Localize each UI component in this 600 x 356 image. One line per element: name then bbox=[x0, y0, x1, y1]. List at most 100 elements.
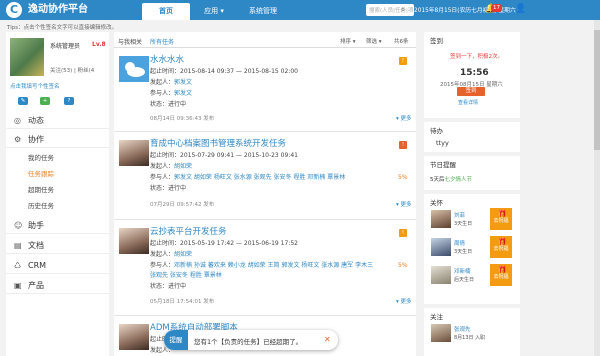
task-title[interactable]: 水水水水 bbox=[150, 53, 184, 65]
fans-count[interactable]: 粉丝(4 bbox=[78, 68, 95, 74]
bless-button[interactable]: 🎁 去祝福 bbox=[490, 236, 512, 258]
toast-message[interactable]: 您有1个【负责的任务】已经超期了。 bbox=[194, 336, 302, 346]
notification-badge[interactable]: 17 bbox=[491, 4, 502, 12]
task-participants: 参与人：郭发文 胡如荣 杨旺文 张水源 张观先 张安冬 程胜 邓新楠 覃景林 bbox=[150, 172, 345, 181]
task-initiator: 发起人：郭发文 bbox=[150, 77, 192, 86]
care-birthday: 3天生日 bbox=[454, 249, 473, 255]
task-title[interactable]: 云抄表平台开发任务 bbox=[150, 225, 227, 237]
more-button[interactable]: ▾ 更多 bbox=[396, 200, 412, 208]
menu-docs[interactable]: ▤ 文档 bbox=[6, 238, 109, 254]
sort-dropdown[interactable]: 排序 ▾ bbox=[340, 37, 356, 45]
menu-dynamic-label: 动态 bbox=[28, 116, 44, 125]
signin-details-link[interactable]: 查看详情 bbox=[458, 99, 478, 106]
gift-icon: 🎁 bbox=[498, 266, 507, 274]
menu-assistant[interactable]: ☺ 助手 bbox=[6, 218, 109, 234]
menu-collab[interactable]: ⚙ 协作 bbox=[6, 132, 109, 148]
product-icon: ▣ bbox=[14, 281, 22, 290]
holiday-title: 节日提醒 bbox=[430, 161, 456, 169]
priority-flag-icon: ! bbox=[399, 229, 407, 237]
close-icon[interactable]: ✕ bbox=[324, 335, 331, 344]
care-card: 关怀 刘菲 3天生日 🎁 去祝福 周倩 3天生日 🎁 去祝福 邓新楠 后天生日 🎁 去… bbox=[424, 194, 520, 304]
participants-label: 参与人： bbox=[150, 174, 175, 181]
care-avatar[interactable] bbox=[431, 238, 451, 256]
task-status: 状态：进行中 bbox=[150, 101, 187, 108]
scrollbar-thumb[interactable] bbox=[594, 30, 600, 150]
task-title[interactable]: 育成中心档案图书管理系统开发任务 bbox=[150, 137, 286, 149]
care-avatar[interactable] bbox=[431, 266, 451, 284]
signature-hint[interactable]: 点击我填写个性签名 bbox=[10, 82, 60, 90]
care-person-name[interactable]: 邓新楠 bbox=[454, 267, 471, 275]
task-progress: 5% bbox=[398, 174, 408, 181]
follow-person-name[interactable]: 张观先 bbox=[454, 325, 471, 333]
logo-icon: C bbox=[6, 2, 22, 18]
user-menu-icon[interactable]: 👤 bbox=[515, 4, 526, 14]
user-avatar[interactable] bbox=[10, 38, 44, 76]
user-stats: 关注(53) | 粉丝(4 bbox=[50, 68, 95, 74]
task-item[interactable]: 云抄表平台开发任务 起止时间：2015-05-19 17:42 — 2015-0… bbox=[114, 222, 416, 316]
participants-label: 参与人： bbox=[150, 90, 175, 97]
more-button[interactable]: ▾ 更多 bbox=[396, 297, 412, 305]
menu-dynamic[interactable]: ◎ 动态 bbox=[6, 113, 109, 129]
bless-label: 去祝福 bbox=[493, 246, 509, 252]
initiator-label: 发起人： bbox=[150, 79, 175, 86]
submenu-my-tasks[interactable]: 我的任务 bbox=[6, 152, 109, 164]
signin-card: 签到 签到一下，积极2次。 15:56 2015年08月15日 星期六 签到 查… bbox=[424, 32, 520, 118]
task-avatar bbox=[119, 140, 149, 166]
page-scrollbar[interactable] bbox=[594, 20, 600, 356]
nav-tab-home[interactable]: 首页 bbox=[142, 3, 190, 20]
task-item[interactable]: 水水水水 起止时间：2015-08-14 09:37 — 2015-08-15 … bbox=[114, 50, 416, 132]
todo-item[interactable]: ttyy bbox=[436, 139, 449, 147]
more-button[interactable]: ▾ 更多 bbox=[396, 114, 412, 122]
signin-button[interactable]: 签到 bbox=[457, 87, 485, 96]
search-icon[interactable]: ⌕ bbox=[397, 4, 409, 16]
todo-title: 待办 bbox=[430, 127, 443, 135]
initiator-name[interactable]: 郭发文 bbox=[174, 79, 192, 86]
bless-button[interactable]: 🎁 去祝福 bbox=[490, 264, 512, 286]
initiator-name[interactable]: 胡如荣 bbox=[174, 163, 192, 170]
filter-dropdown[interactable]: 筛选 ▾ bbox=[366, 37, 382, 45]
right-sidebar: 签到 签到一下，积极2次。 15:56 2015年08月15日 星期六 签到 查… bbox=[424, 32, 520, 356]
submenu-task-tracking[interactable]: 任务跟踪 bbox=[6, 168, 109, 180]
initiator-label: 发起人： bbox=[150, 251, 175, 258]
task-item[interactable]: 育成中心档案图书管理系统开发任务 起止时间：2015-07-29 09:41 —… bbox=[114, 134, 416, 220]
top-navbar: C 逸动协作平台 首页 应用 ▾ 系统管理 搜索(人员|任务|项目|流程) ⌕ … bbox=[0, 0, 600, 20]
bless-button[interactable]: 🎁 去祝福 bbox=[490, 208, 512, 230]
holiday-name[interactable]: 七夕情人节 bbox=[445, 177, 473, 183]
care-avatar[interactable] bbox=[431, 210, 451, 228]
care-person-name[interactable]: 周倩 bbox=[454, 239, 465, 247]
participants-names[interactable]: 邓新楠 孙诚 蕃欢来 赖小龙 胡如荣 王简 郭发文 杨旺文 张水源 唐军 李木三 bbox=[174, 262, 373, 269]
filter-all[interactable]: 所有任务 bbox=[150, 37, 174, 46]
care-person-name[interactable]: 刘菲 bbox=[454, 211, 465, 219]
participants-names[interactable]: 郭发文 胡如荣 杨旺文 张水源 张观先 张安冬 程胜 邓新楠 覃景林 bbox=[174, 174, 345, 181]
task-initiator: 发起人：胡如荣 bbox=[150, 249, 192, 258]
signin-message: 签到一下，积极2次。 bbox=[450, 54, 503, 60]
menu-crm[interactable]: ♺ CRM bbox=[6, 258, 109, 274]
menu-docs-label: 文档 bbox=[28, 241, 44, 250]
add-icon[interactable]: + bbox=[40, 97, 50, 105]
initiator-name[interactable]: 胡如荣 bbox=[174, 251, 192, 258]
quick-actions: ✎ + ? bbox=[6, 95, 109, 107]
crm-icon: ♺ bbox=[14, 261, 22, 270]
user-name[interactable]: 系统管理员 bbox=[50, 41, 80, 50]
user-level: Lv.8 bbox=[92, 41, 106, 48]
help-icon[interactable]: ? bbox=[64, 97, 74, 105]
filter-related[interactable]: 与我相关 bbox=[118, 37, 142, 46]
submenu-history-tasks[interactable]: 历史任务 bbox=[6, 200, 109, 212]
participants-names[interactable]: 郭发文 bbox=[174, 90, 192, 97]
brand-title: 逸动协作平台 bbox=[28, 4, 88, 15]
follow-card: 关注 张观先 8月13日 入职 bbox=[424, 308, 520, 356]
care-birthday: 后天生日 bbox=[454, 277, 475, 283]
care-title: 关怀 bbox=[430, 199, 443, 207]
task-published: 08月14日 09:36:43 发布 bbox=[150, 116, 215, 122]
participants-names-2[interactable]: 张观先 张安冬 程胜 覃景林 bbox=[150, 272, 222, 279]
follow-avatar[interactable] bbox=[431, 324, 451, 342]
tips-text: Tips：点击个性签名文字可以直接编辑修改。 bbox=[7, 25, 118, 31]
nav-tab-apps[interactable]: 应用 ▾ bbox=[194, 3, 234, 20]
menu-product[interactable]: ▣ 产品 bbox=[6, 278, 109, 294]
edit-icon[interactable]: ✎ bbox=[18, 97, 28, 105]
follow-count[interactable]: 关注(53) bbox=[50, 68, 72, 74]
initiator-label: 发起人： bbox=[150, 163, 175, 170]
submenu-overdue-tasks[interactable]: 超期任务 bbox=[6, 184, 109, 196]
task-published: 05月18日 17:54:01 发布 bbox=[150, 299, 215, 305]
nav-tab-system[interactable]: 系统管理 bbox=[238, 3, 288, 20]
